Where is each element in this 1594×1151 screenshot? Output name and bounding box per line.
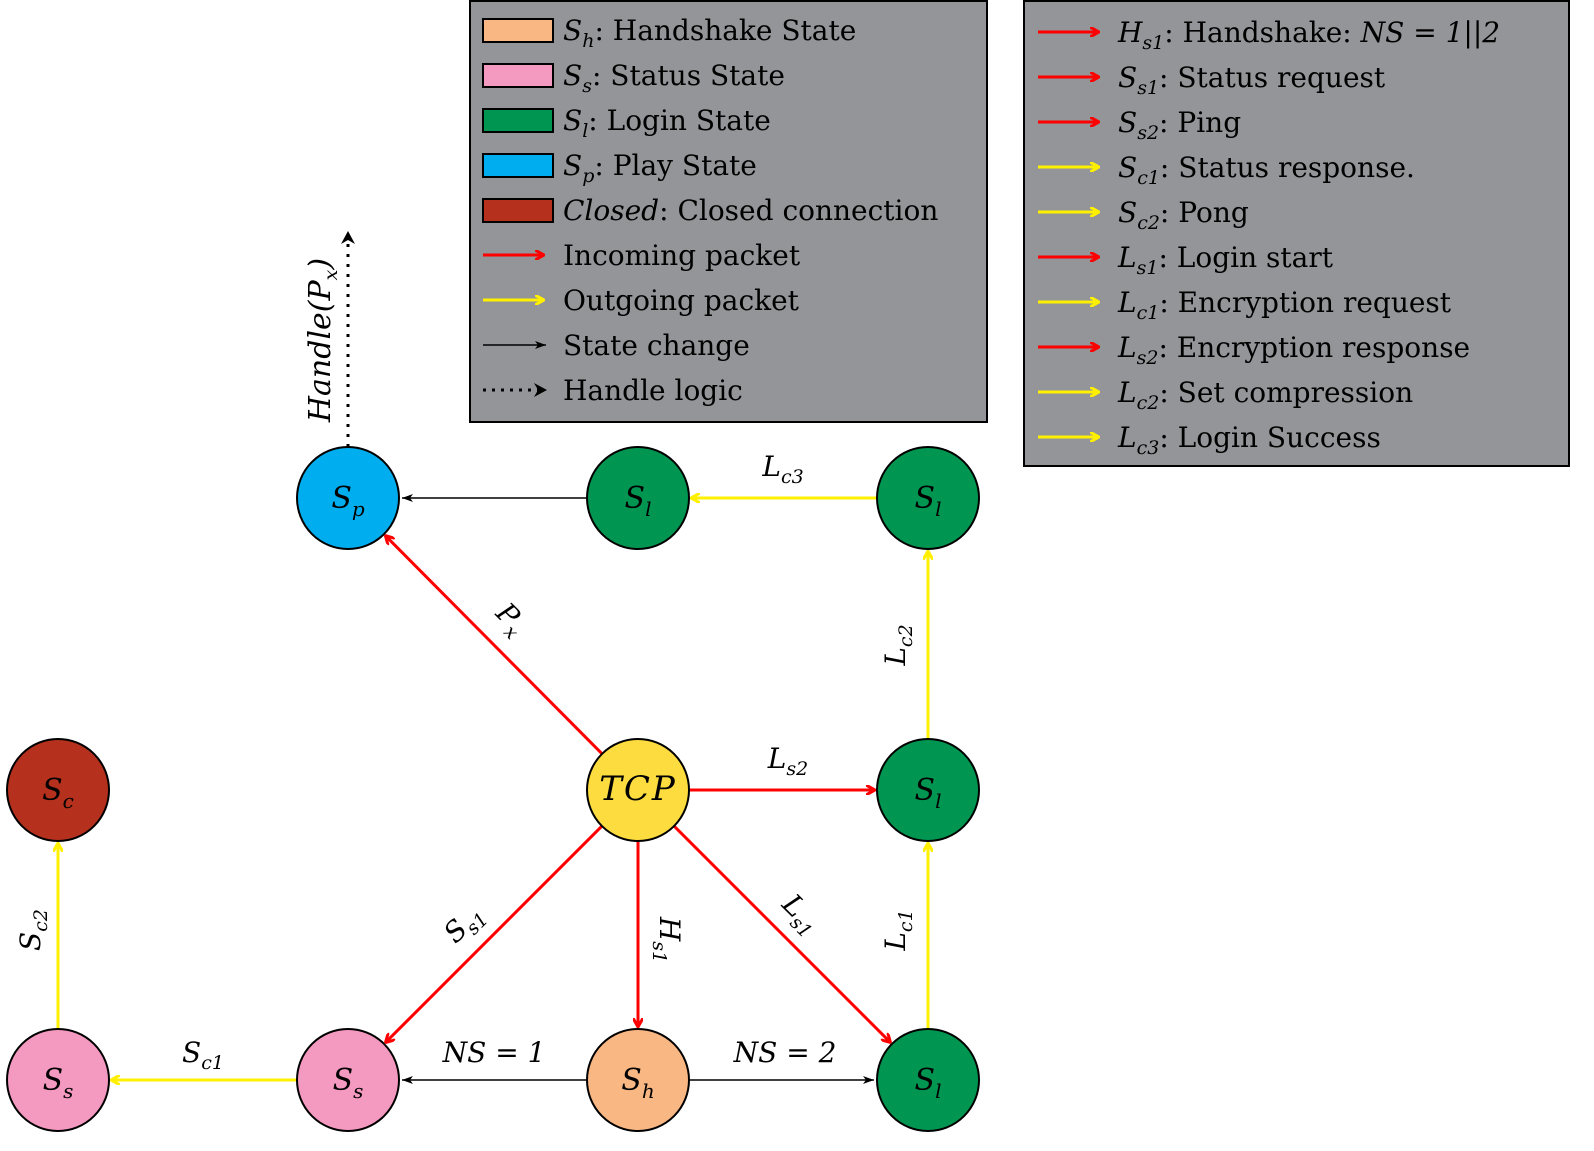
- legend-swatch: [482, 153, 554, 178]
- node-ss_left: Ss: [6, 1028, 110, 1132]
- edge-tcp-to-sp: [386, 536, 604, 755]
- edge-label-text: Sc1: [182, 1036, 224, 1074]
- edge-label: Px: [485, 595, 534, 644]
- edge-label: Lc3: [761, 450, 803, 488]
- edge-tcp-to-ss_mid: [386, 825, 603, 1042]
- edge-label-text: Px: [485, 595, 534, 644]
- edge-label: Ls2: [767, 742, 808, 780]
- edge-label: Lc2: [879, 624, 917, 666]
- legend-item-text: Sl: Login State: [563, 104, 771, 142]
- legend-swatch: [482, 18, 554, 43]
- node-sl_top_right: Sl: [876, 446, 980, 550]
- legend-packet-text: Ss1: Status request: [1118, 61, 1386, 99]
- protocol-state-diagram: Sh: Handshake State Ss: Status State Sl: L…: [6, 0, 1570, 1132]
- edge-label-text: Ls1: [772, 887, 828, 943]
- node-sp: Sp: [296, 446, 400, 550]
- edge-label-text: NS = 1: [442, 1036, 546, 1069]
- legend-item-text: Incoming packet: [563, 239, 801, 272]
- edge-label-text: Lc2: [879, 624, 917, 666]
- legend-packet-text: Lc2: Set compression: [1117, 376, 1413, 414]
- legend-packet-text: Sc1: Status response.: [1118, 151, 1415, 189]
- legend-swatch: [482, 63, 554, 88]
- node-ss_mid: Ss: [296, 1028, 400, 1132]
- legend-packet-text: Ss2: Ping: [1118, 106, 1241, 144]
- node-sl_bottom: Sl: [876, 1028, 980, 1132]
- edge-label: Hs1: [648, 916, 686, 963]
- legend-item-text: Ss: Status State: [563, 59, 785, 97]
- node-sh: Sh: [586, 1028, 690, 1132]
- handle-label: Handle(Px): [303, 258, 342, 423]
- legend-packet-text: Lc1: Encryption request: [1117, 286, 1452, 324]
- node-sl_top_mid: Sl: [586, 446, 690, 550]
- edge-label: NS = 2: [733, 1036, 837, 1069]
- legend-item-text: Outgoing packet: [563, 284, 800, 317]
- node-label: TCP: [599, 769, 677, 809]
- edge-label: NS = 1: [442, 1036, 546, 1069]
- legend-item: Closed: Closed connection: [482, 194, 938, 227]
- edge-label: Lc1: [879, 909, 917, 951]
- edge-label: Sc2: [14, 909, 52, 951]
- legend-packet-text: Hs1: Handshake: NS = 1||2: [1117, 16, 1500, 54]
- legend-packets: Hs1: Handshake: NS = 1||2 Ss1: Status req…: [1023, 0, 1570, 467]
- edge-label-text: Lc3: [761, 450, 803, 488]
- legend-item-text: State change: [563, 329, 750, 362]
- edge-label: Ls1: [772, 887, 828, 943]
- edge-label-text: Ls2: [767, 742, 808, 780]
- node-sc: Sc: [6, 738, 110, 842]
- legend-states: Sh: Handshake State Ss: Status State Sl: L…: [469, 0, 988, 423]
- edge-label-text: Lc1: [879, 909, 917, 951]
- edge-tcp-to-sl_bottom: [673, 825, 890, 1042]
- legend-packet-text: Ls2: Encryption response: [1117, 331, 1470, 369]
- legend-item-text: Closed: Closed connection: [563, 194, 938, 227]
- legend-item-text: Sh: Handshake State: [563, 14, 856, 52]
- handle-label-text: Handle(Px): [303, 258, 342, 423]
- node-sl_mid: Sl: [876, 738, 980, 842]
- legend-item-text: Handle logic: [563, 374, 743, 407]
- edge-label-text: NS = 2: [733, 1036, 837, 1069]
- edge-label: Sc1: [182, 1036, 224, 1074]
- legend-swatch: [482, 108, 554, 133]
- node-tcp: TCP: [586, 738, 690, 842]
- edge-label-text: Hs1: [648, 916, 686, 963]
- edge-label-text: Sc2: [14, 909, 52, 951]
- legend-swatch: [482, 198, 554, 223]
